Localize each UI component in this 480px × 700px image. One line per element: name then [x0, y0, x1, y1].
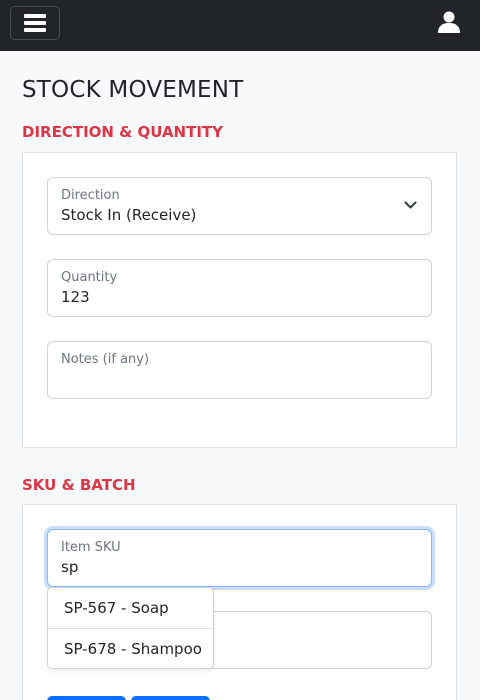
- suggestion-item[interactable]: SP-567 - Soap: [48, 588, 213, 629]
- suggestion-item[interactable]: SP-678 - Shampoo: [48, 629, 213, 670]
- quantity-field[interactable]: Quantity 123: [47, 259, 432, 317]
- item-sku-value: sp: [61, 558, 79, 576]
- section-title-direction-quantity: DIRECTION & QUANTITY: [22, 123, 224, 141]
- direction-value: Stock In (Receive): [61, 206, 197, 224]
- user-icon[interactable]: [437, 10, 461, 34]
- direction-select[interactable]: Direction Stock In (Receive): [47, 177, 432, 235]
- item-sku-label: Item SKU: [61, 540, 121, 555]
- item-sku-field[interactable]: Item SKU sp: [47, 529, 432, 587]
- chevron-down-icon: [404, 201, 417, 209]
- menu-toggle-button[interactable]: [10, 6, 60, 40]
- notes-field[interactable]: Notes (if any): [47, 341, 432, 399]
- quantity-value: 123: [61, 288, 90, 306]
- page-title: STOCK MOVEMENT: [22, 77, 244, 103]
- notes-label: Notes (if any): [61, 352, 150, 367]
- section-title-sku-batch: SKU & BATCH: [22, 476, 136, 494]
- hamburger-icon-bar: [24, 21, 46, 25]
- primary-button[interactable]: [47, 696, 126, 700]
- navbar: [0, 0, 480, 51]
- hamburger-icon: [24, 14, 46, 18]
- hamburger-icon-bar: [24, 28, 46, 32]
- direction-label: Direction: [61, 188, 120, 203]
- sku-suggestions-dropdown: SP-567 - Soap SP-678 - Shampoo: [47, 587, 214, 669]
- quantity-label: Quantity: [61, 270, 118, 285]
- secondary-button[interactable]: [131, 696, 210, 700]
